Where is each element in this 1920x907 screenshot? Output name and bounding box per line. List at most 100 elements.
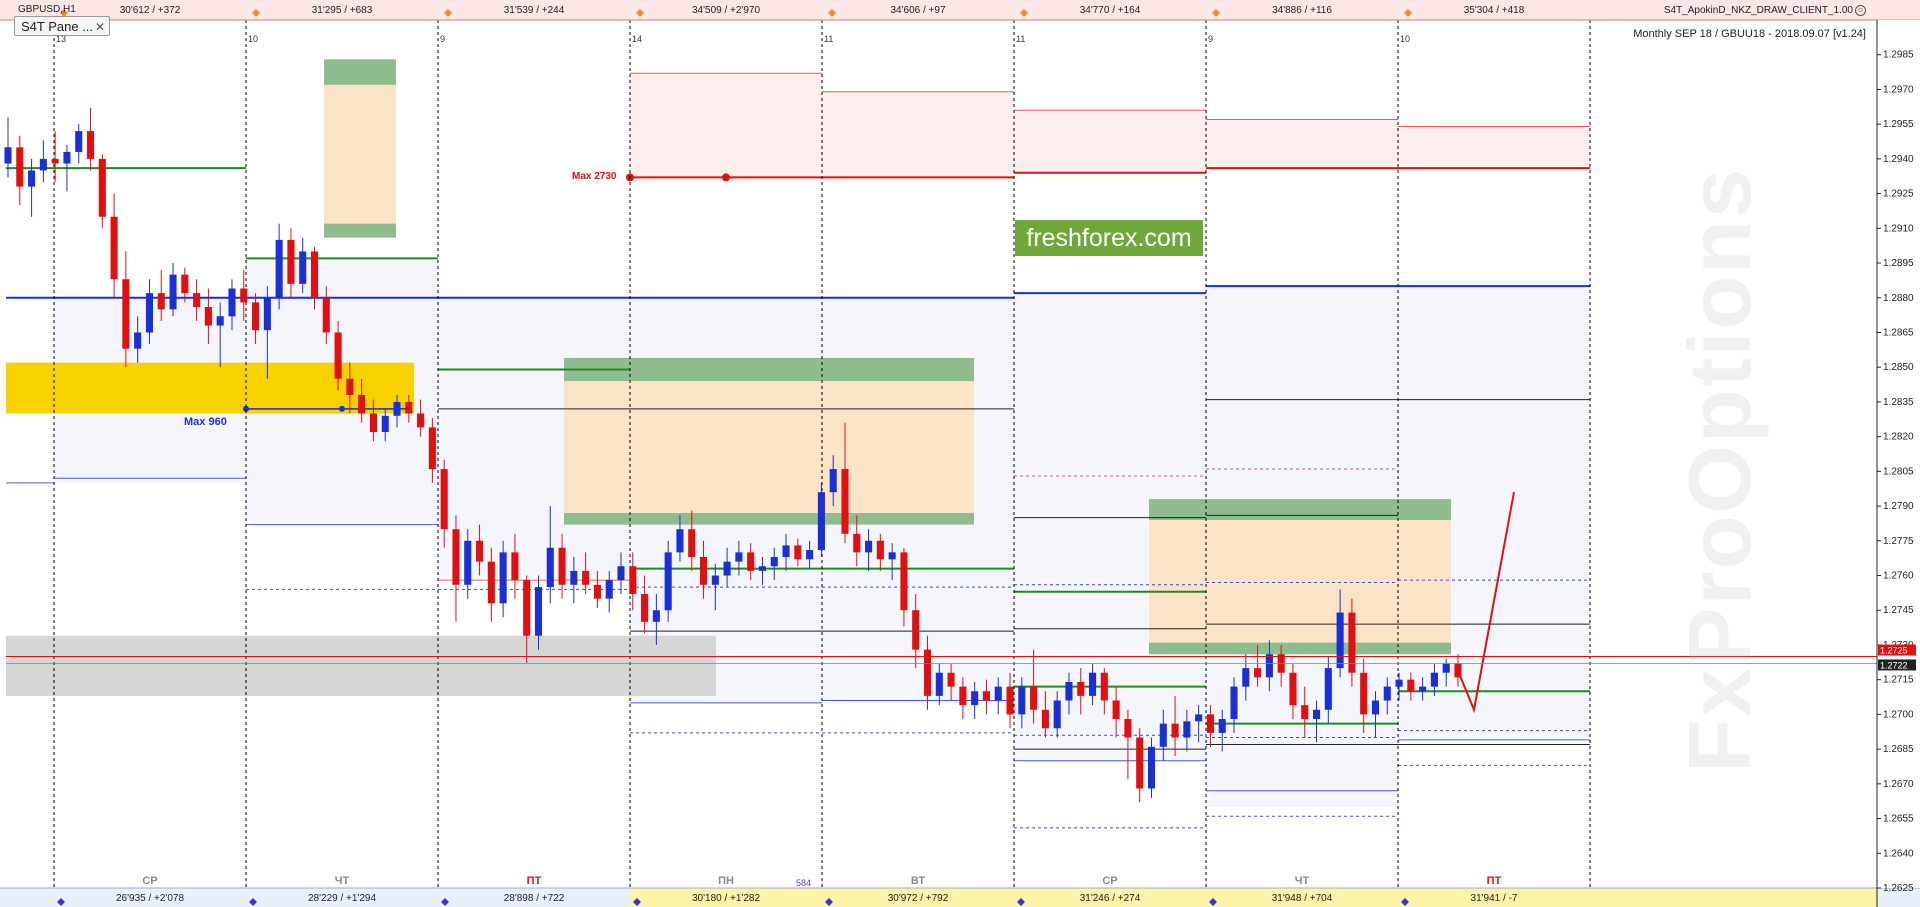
candle-body xyxy=(1100,672,1108,701)
top-bar-label: 31'539 / +244 xyxy=(504,5,565,16)
day-number: 9 xyxy=(1208,34,1213,44)
weekday-label: ЧТ xyxy=(1295,875,1310,887)
candle-body xyxy=(888,552,896,560)
candle-body xyxy=(758,566,767,571)
weekday-label: ПТ xyxy=(527,875,542,887)
candle-body xyxy=(464,540,472,585)
price-label: 1.2745 xyxy=(1883,605,1914,616)
candle-body xyxy=(900,552,908,611)
chart-area[interactable]: 30'612 / +372 13 31'295 / +683 10 31'539 / +… xyxy=(0,0,1920,907)
candle-body xyxy=(1041,709,1049,729)
candle-body xyxy=(534,587,543,636)
candle-body xyxy=(511,552,519,581)
price-label: 1.2685 xyxy=(1883,744,1914,755)
price-label: 1.2715 xyxy=(1883,675,1914,686)
price-label: 1.2835 xyxy=(1883,397,1914,408)
candle-body xyxy=(216,316,224,326)
candle-body xyxy=(169,274,177,310)
candle-body xyxy=(193,293,201,308)
candle-body xyxy=(1265,654,1273,678)
candle-body xyxy=(1383,686,1391,701)
price-axis-bg xyxy=(1877,20,1920,888)
candle-body xyxy=(688,529,696,558)
day-number: 9 xyxy=(440,34,445,44)
candle-body xyxy=(51,158,59,164)
candle-body xyxy=(134,332,142,349)
bottom-bar-label: 28'229 / +1'294 xyxy=(308,893,376,904)
candle-body xyxy=(546,547,554,588)
candle-body xyxy=(971,691,979,706)
price-label: 1.2865 xyxy=(1883,327,1914,338)
candle-body xyxy=(1030,686,1038,710)
candle-body xyxy=(122,279,130,349)
candle-body xyxy=(417,413,425,428)
candle-body xyxy=(310,251,319,298)
candle-body xyxy=(75,131,83,152)
candle-body xyxy=(1289,672,1297,706)
candle-body xyxy=(1065,681,1073,701)
candle-body xyxy=(28,170,36,187)
current-price-label: 1.2722 xyxy=(1880,660,1908,670)
target-box-3-bottom xyxy=(1149,642,1451,655)
price-chart[interactable]: 30'612 / +3721331'295 / +6831031'539 / +… xyxy=(0,0,1920,907)
candle-body xyxy=(806,550,814,560)
candle-body xyxy=(558,547,566,585)
weekday-label: ПТ xyxy=(1487,875,1502,887)
day-number: 11 xyxy=(1016,34,1025,44)
candle-body xyxy=(1419,686,1427,692)
candle-body xyxy=(841,469,849,534)
candle-body xyxy=(982,691,990,701)
candle-body xyxy=(711,575,719,585)
price-label: 1.2640 xyxy=(1883,848,1914,859)
top-bar-label: 34'509 / +2'970 xyxy=(692,5,760,16)
price-label: 1.2700 xyxy=(1883,709,1914,720)
candle-body xyxy=(523,580,531,636)
day-number: 14 xyxy=(632,34,642,44)
bottom-bar-label: 30'180 / +1'282 xyxy=(692,893,760,904)
weekday-label: ВТ xyxy=(911,875,926,887)
candle-body xyxy=(1159,723,1167,747)
candle-body xyxy=(1218,719,1226,733)
candle-body xyxy=(1371,700,1380,715)
candle-body xyxy=(4,147,12,164)
candle-body xyxy=(1242,668,1250,687)
candle-body xyxy=(1313,709,1321,720)
target-box-2-bottom xyxy=(564,513,974,525)
bottom-bar-label: 28'898 / +722 xyxy=(504,893,565,904)
contract-info: Monthly SEP 18 / GBUU18 - 2018.09.07 [v1… xyxy=(1633,28,1866,40)
top-bar-label: 34'886 / +116 xyxy=(1272,5,1332,16)
candle-body xyxy=(428,427,436,470)
price-label: 1.2850 xyxy=(1883,362,1914,373)
top-bar-label: 34'770 / +164 xyxy=(1080,5,1141,16)
panel-button-label: S4T Pane ... xyxy=(21,19,94,34)
candle-body xyxy=(770,557,778,567)
candle-body xyxy=(1136,737,1144,789)
candle-body xyxy=(440,469,448,530)
candle-body xyxy=(487,561,495,604)
bottom-bar-label: 31'246 / +274 xyxy=(1080,893,1141,904)
day-number: 11 xyxy=(824,34,833,44)
price-label: 1.2625 xyxy=(1883,883,1914,894)
top-bar-bg xyxy=(0,0,1920,20)
top-bar-label: 30'612 / +372 xyxy=(120,5,181,16)
candle-body xyxy=(228,288,236,317)
candle-body xyxy=(1206,714,1214,733)
candle-body xyxy=(865,540,873,553)
candle-body xyxy=(1324,668,1332,710)
candle-body xyxy=(1407,679,1415,692)
bottom-bar-label: 31'948 / +704 xyxy=(1272,893,1333,904)
candle-body xyxy=(947,672,955,687)
candle-body xyxy=(16,147,24,187)
candle-body xyxy=(405,401,413,414)
price-tag-alt-label: 1.2725 xyxy=(1880,646,1908,656)
candle-body xyxy=(499,552,507,604)
price-label: 1.2655 xyxy=(1883,814,1914,825)
bottom-bar-label: 31'941 / -7 xyxy=(1471,893,1518,904)
s4t-panel-button[interactable]: S4T Pane ... ✕ xyxy=(14,16,110,36)
candle-body xyxy=(145,293,153,333)
close-icon[interactable]: ✕ xyxy=(95,17,105,35)
brand-logo: freshforex.com xyxy=(1015,220,1203,256)
candle-body xyxy=(994,686,1002,701)
candle-body xyxy=(699,557,708,585)
candle-body xyxy=(358,394,366,414)
